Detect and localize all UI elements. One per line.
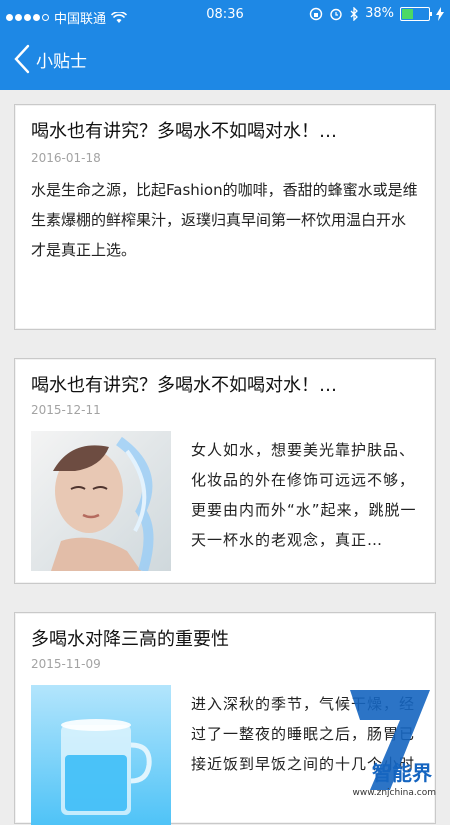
rotation-lock-icon xyxy=(309,7,323,20)
article-thumbnail xyxy=(31,431,171,571)
article-title: 喝水也有讲究？多喝水不如喝对水！… xyxy=(31,375,337,396)
article-summary: 女人如水，想要美光靠护肤品、化妆品的外在修饰可远远不够，更要由内而外“水”起来，… xyxy=(191,441,417,549)
bluetooth-icon xyxy=(350,6,359,21)
article-thumbnail xyxy=(31,685,171,825)
battery-icon xyxy=(400,6,432,21)
article-title: 喝水也有讲究？多喝水不如喝对水！… xyxy=(31,121,337,142)
watermark-brand: 智能界 xyxy=(372,761,432,785)
alarm-icon xyxy=(330,8,342,20)
charging-icon xyxy=(436,6,444,21)
status-right: 38% xyxy=(309,6,444,21)
article-summary: 水是生命之源，比起Fashion的咖啡，香甜的蜂蜜水或是维生素爆棚的鲜榨果汁，返… xyxy=(31,181,418,259)
back-chevron-icon xyxy=(14,44,30,74)
status-bar: 中国联通 08:36 38% xyxy=(0,0,450,30)
article-card[interactable]: 喝水也有讲究？多喝水不如喝对水！… 2016-01-18 水是生命之源，比起Fa… xyxy=(14,104,436,330)
article-title: 多喝水对降三高的重要性 xyxy=(31,629,229,650)
article-date: 2016-01-18 xyxy=(31,151,101,165)
back-button[interactable]: 小贴士 xyxy=(12,44,87,74)
battery-percent: 38% xyxy=(365,6,394,21)
watermark-url: www.znjchina.com xyxy=(352,788,436,798)
article-date: 2015-12-11 xyxy=(31,403,101,417)
nav-bar: 小贴士 xyxy=(0,30,450,90)
article-date: 2015-11-09 xyxy=(31,657,101,671)
page-title: 小贴士 xyxy=(36,51,87,72)
article-card[interactable]: 喝水也有讲究？多喝水不如喝对水！… 2015-12-11 女人如水，想要美光靠护… xyxy=(14,358,436,584)
